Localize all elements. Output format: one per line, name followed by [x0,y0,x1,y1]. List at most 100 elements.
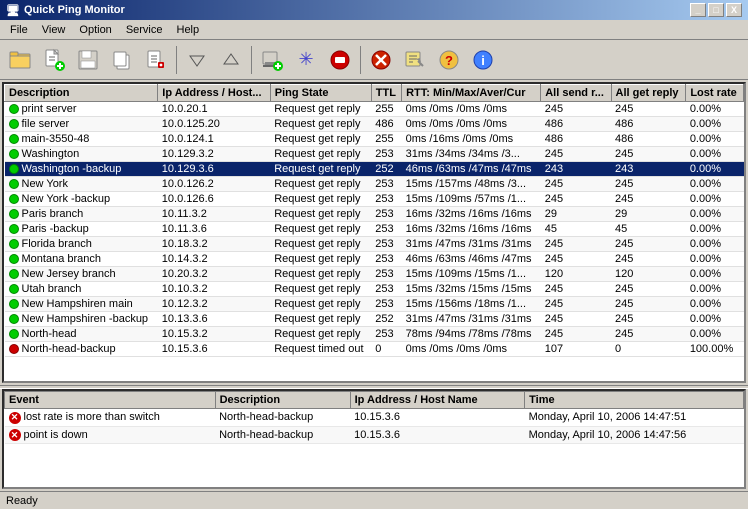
save-button[interactable] [72,44,104,76]
table-row[interactable]: Florida branch 10.18.3.2 Request get rep… [5,237,744,252]
cell-ttl: 252 [371,162,401,177]
menu-view[interactable]: View [36,23,72,37]
cell-send: 245 [541,252,611,267]
cell-reply: 29 [611,207,686,222]
window-controls[interactable]: _ □ X [690,3,742,17]
col-ttl[interactable]: TTL [371,85,401,102]
col-send[interactable]: All send r... [541,85,611,102]
cell-reply: 120 [611,267,686,282]
menu-option[interactable]: Option [73,23,117,37]
menu-help[interactable]: Help [171,23,206,37]
asterisk-button[interactable]: ✳ [290,44,322,76]
events-row[interactable]: ✕lost rate is more than switch North-hea… [5,409,744,427]
cell-lost: 0.00% [686,192,744,207]
table-row[interactable]: Washington -backup 10.129.3.6 Request ge… [5,162,744,177]
cell-description: Utah branch [5,282,158,297]
cell-send: 120 [541,267,611,282]
col-state[interactable]: Ping State [270,85,371,102]
minimize-button[interactable]: _ [690,3,706,17]
close-button[interactable]: X [726,3,742,17]
evt-col-time[interactable]: Time [525,392,744,409]
table-row[interactable]: main-3550-48 10.0.124.1 Request get repl… [5,132,744,147]
cell-ttl: 253 [371,252,401,267]
cell-state: Request get reply [270,282,371,297]
help-button[interactable]: ? [433,44,465,76]
evt-cell-ip: 10.15.3.6 [350,426,525,444]
cell-reply: 245 [611,177,686,192]
info-button[interactable]: i [467,44,499,76]
table-row[interactable]: Paris branch 10.11.3.2 Request get reply… [5,207,744,222]
table-row[interactable]: print server 10.0.20.1 Request get reply… [5,102,744,117]
table-row[interactable]: Montana branch 10.14.3.2 Request get rep… [5,252,744,267]
menu-service[interactable]: Service [120,23,169,37]
new-button[interactable] [38,44,70,76]
table-header-row: Description Ip Address / Host... Ping St… [5,85,744,102]
cell-ttl: 253 [371,267,401,282]
col-reply[interactable]: All get reply [611,85,686,102]
table-row[interactable]: New York 10.0.126.2 Request get reply 25… [5,177,744,192]
table-row[interactable]: Paris -backup 10.11.3.6 Request get repl… [5,222,744,237]
up-button[interactable] [215,44,247,76]
ping-table-body: print server 10.0.20.1 Request get reply… [5,102,744,357]
col-ip[interactable]: Ip Address / Host... [158,85,270,102]
cell-description: Paris branch [5,207,158,222]
cell-ip: 10.14.3.2 [158,252,270,267]
table-row[interactable]: Washington 10.129.3.2 Request get reply … [5,147,744,162]
table-row[interactable]: New Jersey branch 10.20.3.2 Request get … [5,267,744,282]
cell-reply: 245 [611,282,686,297]
evt-cell-event: ✕lost rate is more than switch [5,409,216,427]
edit-button[interactable] [399,44,431,76]
col-description[interactable]: Description [5,85,158,102]
cell-description: New York [5,177,158,192]
copy-button[interactable] [106,44,138,76]
red-x-button[interactable] [365,44,397,76]
cell-ip: 10.0.124.1 [158,132,270,147]
col-rtt[interactable]: RTT: Min/Max/Aver/Cur [402,85,541,102]
evt-col-event[interactable]: Event [5,392,216,409]
open-folder-button[interactable] [4,44,36,76]
table-row[interactable]: file server 10.0.125.20 Request get repl… [5,117,744,132]
cell-ttl: 253 [371,207,401,222]
save-icon [76,48,100,72]
table-row[interactable]: North-head-backup 10.15.3.6 Request time… [5,342,744,357]
cell-ip: 10.15.3.6 [158,342,270,357]
events-row[interactable]: ✕point is down North-head-backup 10.15.3… [5,426,744,444]
cell-rtt: 15ms /109ms /57ms /1... [402,192,541,207]
cell-reply: 245 [611,252,686,267]
error-icon: ✕ [9,429,21,441]
status-dot [9,314,19,324]
stop-button[interactable] [324,44,356,76]
delete-button[interactable] [140,44,172,76]
down-button[interactable] [181,44,213,76]
status-dot [9,299,19,309]
events-table-body: ✕lost rate is more than switch North-hea… [5,409,744,444]
red-x-icon [369,48,393,72]
cell-send: 245 [541,237,611,252]
statusbar: Ready [0,491,748,509]
cell-description: Montana branch [5,252,158,267]
cell-state: Request get reply [270,252,371,267]
status-dot [9,194,19,204]
col-lost[interactable]: Lost rate [686,85,744,102]
cell-state: Request get reply [270,117,371,132]
cell-rtt: 31ms /34ms /34ms /3... [402,147,541,162]
table-row[interactable]: New Hampshiren -backup 10.13.3.6 Request… [5,312,744,327]
evt-col-desc[interactable]: Description [215,392,350,409]
cell-description: print server [5,102,158,117]
add-host-button[interactable] [256,44,288,76]
app-icon: 🖥 [6,4,20,17]
maximize-button[interactable]: □ [708,3,724,17]
menu-file[interactable]: File [4,23,34,37]
ping-table-container[interactable]: Description Ip Address / Host... Ping St… [2,82,746,383]
cell-ip: 10.12.3.2 [158,297,270,312]
evt-col-ip[interactable]: Ip Address / Host Name [350,392,525,409]
cell-rtt: 0ms /16ms /0ms /0ms [402,132,541,147]
toolbar: ✳ ? i [0,40,748,80]
table-row[interactable]: New York -backup 10.0.126.6 Request get … [5,192,744,207]
table-row[interactable]: North-head 10.15.3.2 Request get reply 2… [5,327,744,342]
status-dot [9,254,19,264]
events-table-container[interactable]: Event Description Ip Address / Host Name… [2,389,746,489]
table-row[interactable]: Utah branch 10.10.3.2 Request get reply … [5,282,744,297]
cell-description: North-head [5,327,158,342]
table-row[interactable]: New Hampshiren main 10.12.3.2 Request ge… [5,297,744,312]
